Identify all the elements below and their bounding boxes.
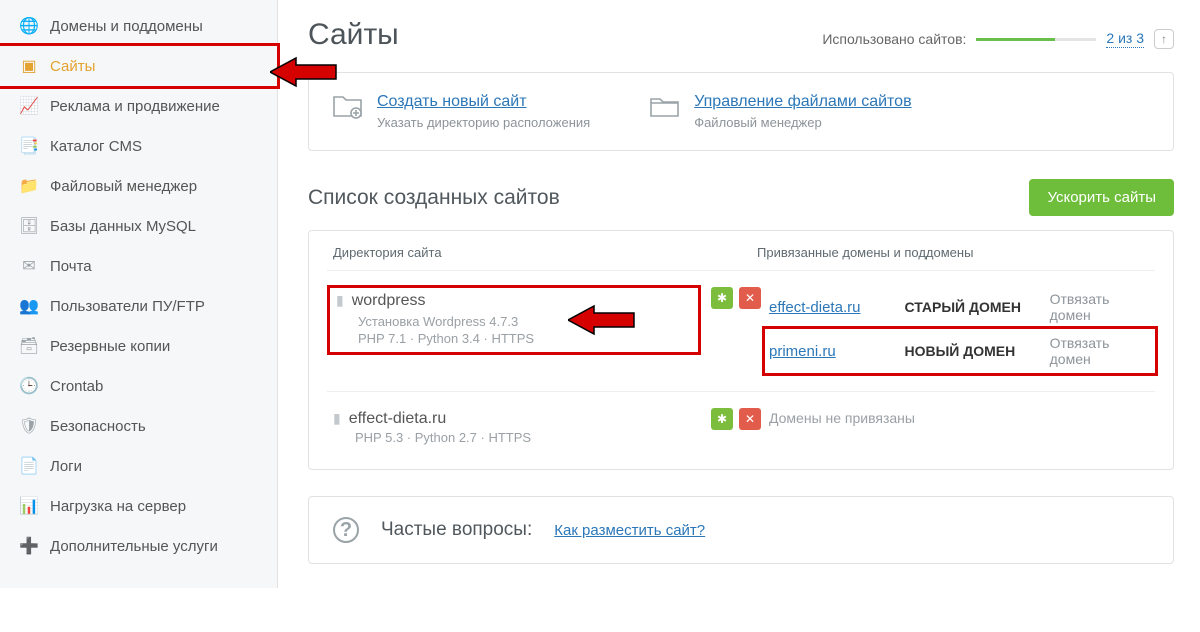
site-domains: effect-dieta.ru СТАРЫЙ ДОМЕН Отвязать до…	[765, 285, 1155, 373]
sidebar-item-backups[interactable]: 🗃 Резервные копии	[0, 326, 277, 366]
faq-link[interactable]: Как разместить сайт?	[554, 522, 705, 539]
site-dir-name[interactable]: wordpress	[352, 292, 426, 309]
catalog-icon: 📑	[18, 136, 40, 156]
sidebar-item-mail[interactable]: ✉ Почта	[0, 246, 277, 286]
site-icon: ▣	[18, 56, 40, 76]
folder-open-icon	[650, 93, 680, 119]
clock-icon: 🕒	[18, 376, 40, 396]
chart-icon: 📈	[18, 96, 40, 116]
sidebar-item-cms[interactable]: 📑 Каталог CMS	[0, 126, 277, 166]
users-icon: 👥	[18, 296, 40, 316]
sidebar-item-label: Пользователи ПУ/FTP	[50, 298, 205, 315]
domain-row: primeni.ru НОВЫЙ ДОМЕН Отвязать домен	[762, 326, 1158, 376]
plus-icon: ➕	[18, 536, 40, 556]
faq-panel: ? Частые вопросы: Как разместить сайт?	[308, 496, 1174, 564]
archive-icon: 🗃	[18, 336, 40, 356]
sidebar-item-label: Логи	[50, 458, 82, 475]
domain-link[interactable]: effect-dieta.ru	[769, 299, 904, 316]
site-dir-name[interactable]: effect-dieta.ru	[349, 410, 447, 427]
sidebar-item-label: Нагрузка на сервер	[50, 498, 186, 515]
usage-label: Использовано сайтов:	[822, 31, 966, 47]
sidebar-item-load[interactable]: 📊 Нагрузка на сервер	[0, 486, 277, 526]
sidebar-item-label: Домены и поддомены	[50, 18, 203, 35]
sidebar-item-label: Почта	[50, 258, 92, 275]
folder-icon: ▮	[333, 410, 341, 426]
sites-list-title: Список созданных сайтов	[308, 186, 560, 210]
site-domains: Домены не привязаны	[765, 406, 1155, 430]
sidebar-item-domains[interactable]: 🌐 Домены и поддомены	[0, 6, 277, 46]
database-icon: 🗄	[18, 216, 40, 236]
site-directory-box: ▮ effect-dieta.ru PHP 5.3 · Python 2.7 · …	[327, 406, 701, 451]
folder-icon: 📁	[18, 176, 40, 196]
sites-list: Директория сайта Привязанные домены и по…	[308, 230, 1174, 470]
site-delete-button[interactable]: ✕	[739, 408, 761, 430]
annotation-arrow-icon	[270, 54, 340, 90]
site-settings-button[interactable]: ✱	[711, 408, 733, 430]
doc-icon: 📄	[18, 456, 40, 476]
unbind-domain-link[interactable]: Отвязать домен	[1050, 291, 1151, 323]
unbind-domain-link[interactable]: Отвязать домен	[1050, 335, 1151, 367]
site-row: ▮ wordpress Установка Wordpress 4.7.3 PHP…	[327, 270, 1155, 391]
sidebar-item-security[interactable]: 🛡 Безопасность	[0, 406, 277, 446]
action-panel: Создать новый сайт Указать директорию ра…	[308, 72, 1174, 151]
mail-icon: ✉	[18, 256, 40, 276]
domain-tag: СТАРЫЙ ДОМЕН	[904, 299, 1049, 315]
col-domains: Привязанные домены и поддомены	[757, 245, 1155, 260]
usage-bar	[976, 38, 1096, 41]
site-tech-info: PHP 5.3 · Python 2.7 · HTTPS	[355, 430, 693, 445]
sidebar-item-label: Сайты	[50, 58, 95, 75]
sidebar-item-label: Дополнительные услуги	[50, 538, 218, 555]
sidebar-item-files[interactable]: 📁 Файловый менеджер	[0, 166, 277, 206]
sidebar-item-label: Файловый менеджер	[50, 178, 197, 195]
sidebar: 🌐 Домены и поддомены ▣ Сайты 📈 Реклама и…	[0, 0, 278, 588]
scroll-top-button[interactable]: ↑	[1154, 29, 1174, 49]
site-settings-button[interactable]: ✱	[711, 287, 733, 309]
domain-link[interactable]: primeni.ru	[769, 343, 904, 360]
sidebar-item-crontab[interactable]: 🕒 Crontab	[0, 366, 277, 406]
sidebar-item-users[interactable]: 👥 Пользователи ПУ/FTP	[0, 286, 277, 326]
usage-count[interactable]: 2 из 3	[1106, 30, 1144, 48]
domain-tag: НОВЫЙ ДОМЕН	[904, 343, 1049, 359]
shield-icon: 🛡	[18, 416, 40, 436]
main-content: Сайты Использовано сайтов: 2 из 3 ↑ Созд…	[278, 0, 1200, 588]
create-site-sub: Указать директорию расположения	[377, 115, 590, 130]
sidebar-item-label: Базы данных MySQL	[50, 218, 196, 235]
site-install-info: Установка Wordpress 4.7.3	[358, 314, 690, 329]
manage-files-block: Управление файлами сайтов Файловый менед…	[650, 93, 911, 130]
usage-meter: Использовано сайтов: 2 из 3 ↑	[822, 29, 1174, 49]
page-title: Сайты	[308, 18, 399, 52]
sidebar-item-label: Crontab	[50, 378, 103, 395]
sidebar-item-label: Реклама и продвижение	[50, 98, 220, 115]
create-site-block: Создать новый сайт Указать директорию ра…	[333, 93, 590, 130]
globe-icon: 🌐	[18, 16, 40, 36]
sidebar-item-sites[interactable]: ▣ Сайты	[0, 43, 280, 89]
speedup-sites-button[interactable]: Ускорить сайты	[1029, 179, 1174, 216]
no-domains-text: Домены не привязаны	[765, 406, 1155, 430]
folder-icon: ▮	[336, 292, 344, 308]
manage-files-link[interactable]: Управление файлами сайтов	[694, 93, 911, 111]
folder-plus-icon	[333, 93, 363, 119]
sidebar-item-label: Безопасность	[50, 418, 146, 435]
sidebar-item-label: Каталог CMS	[50, 138, 142, 155]
sidebar-item-mysql[interactable]: 🗄 Базы данных MySQL	[0, 206, 277, 246]
site-directory-box: ▮ wordpress Установка Wordpress 4.7.3 PHP…	[327, 285, 701, 355]
question-icon: ?	[333, 517, 359, 543]
sidebar-item-label: Резервные копии	[50, 338, 170, 355]
col-directory: Директория сайта	[327, 245, 757, 260]
create-site-link[interactable]: Создать новый сайт	[377, 93, 590, 111]
bars-icon: 📊	[18, 496, 40, 516]
domain-row: effect-dieta.ru СТАРЫЙ ДОМЕН Отвязать до…	[765, 285, 1155, 329]
sidebar-item-logs[interactable]: 📄 Логи	[0, 446, 277, 486]
site-tech-info: PHP 7.1 · Python 3.4 · HTTPS	[358, 331, 690, 346]
faq-title: Частые вопросы:	[381, 519, 532, 541]
annotation-arrow-icon	[568, 302, 638, 338]
sidebar-item-extra[interactable]: ➕ Дополнительные услуги	[0, 526, 277, 566]
manage-files-sub: Файловый менеджер	[694, 115, 911, 130]
site-delete-button[interactable]: ✕	[739, 287, 761, 309]
sidebar-item-ads[interactable]: 📈 Реклама и продвижение	[0, 86, 277, 126]
site-row: ▮ effect-dieta.ru PHP 5.3 · Python 2.7 · …	[327, 391, 1155, 469]
